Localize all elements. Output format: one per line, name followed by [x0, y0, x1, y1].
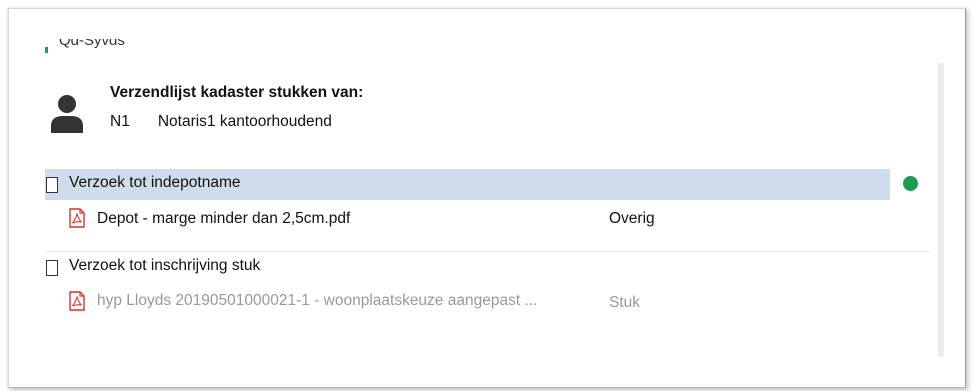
group-title: Verzoek tot inschrijving stuk [69, 257, 261, 274]
document-name[interactable]: Depot - marge minder dan 2,5cm.pdf [97, 210, 350, 228]
truncated-list-item: Qd-Syvds [45, 39, 245, 53]
list-title: Verzendlijst kadaster stukken van: [110, 84, 364, 101]
pdf-icon [69, 208, 85, 228]
person-icon [51, 95, 83, 133]
group-title: Verzoek tot indepotname [69, 174, 241, 191]
document-type: Overig [609, 210, 655, 227]
notary-name: Notaris1 kantoorhoudend [157, 113, 332, 130]
status-indicator [903, 176, 918, 191]
pdf-icon [69, 291, 85, 311]
notary-info: N1 Notaris1 kantoorhoudend [110, 113, 332, 131]
status-marker [45, 47, 48, 53]
group-divider [45, 251, 931, 252]
notary-code: N1 [110, 113, 130, 130]
group-checkbox[interactable] [46, 177, 58, 193]
shipment-list-panel: Qd-Syvds Verzendlijst kadaster stukken v… [8, 8, 966, 388]
document-type: Stuk [609, 294, 641, 311]
document-name[interactable]: hyp Lloyds 20190501000021-1 - woonplaats… [97, 292, 537, 310]
vertical-scrollbar[interactable] [938, 63, 944, 357]
group-checkbox[interactable] [46, 260, 58, 276]
truncated-item-label: Qd-Syvds [59, 39, 125, 49]
